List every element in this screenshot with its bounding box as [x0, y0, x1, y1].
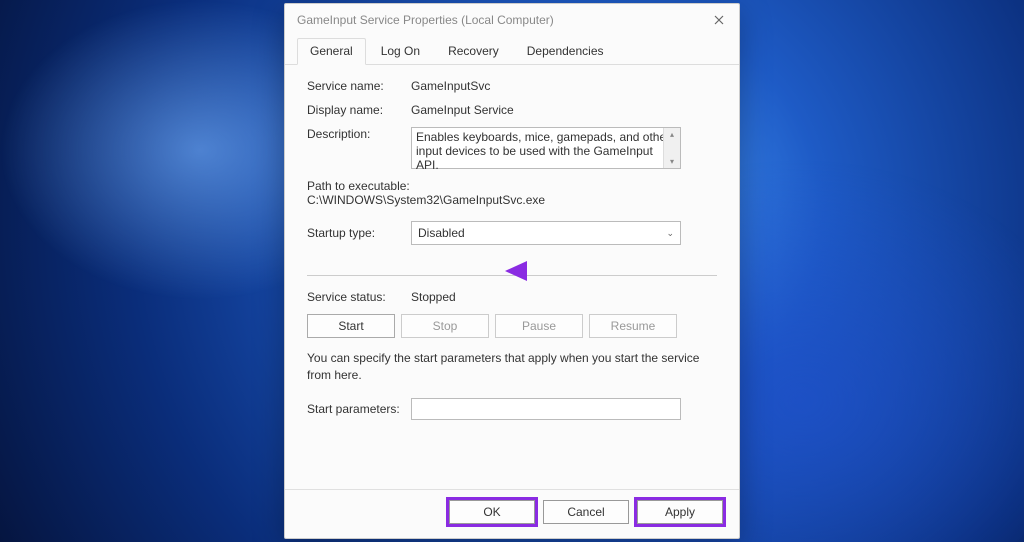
chevron-down-icon: ⌄ — [666, 228, 674, 239]
path-label: Path to executable: — [307, 179, 717, 193]
description-scrollbar[interactable]: ▴ ▾ — [663, 128, 680, 168]
service-name-value: GameInputSvc — [411, 79, 717, 93]
pause-button: Pause — [495, 314, 583, 338]
titlebar: GameInput Service Properties (Local Comp… — [285, 4, 739, 32]
description-text: Enables keyboards, mice, gamepads, and o… — [416, 130, 670, 172]
start-button[interactable]: Start — [307, 314, 395, 338]
display-name-label: Display name: — [307, 103, 411, 117]
scroll-down-icon[interactable]: ▾ — [670, 157, 674, 166]
tab-general[interactable]: General — [297, 38, 366, 65]
apply-button[interactable]: Apply — [637, 500, 723, 524]
startup-type-value: Disabled — [418, 226, 465, 240]
tab-bar: General Log On Recovery Dependencies — [285, 32, 739, 65]
properties-dialog: GameInput Service Properties (Local Comp… — [284, 3, 740, 539]
tab-logon[interactable]: Log On — [368, 38, 433, 64]
scroll-up-icon[interactable]: ▴ — [670, 130, 674, 139]
path-value: C:\WINDOWS\System32\GameInputSvc.exe — [307, 193, 717, 207]
stop-button: Stop — [401, 314, 489, 338]
close-icon — [714, 15, 724, 25]
start-params-hint: You can specify the start parameters tha… — [307, 350, 717, 384]
tab-dependencies[interactable]: Dependencies — [514, 38, 617, 64]
tab-content: Service name: GameInputSvc Display name:… — [285, 65, 739, 489]
resume-button: Resume — [589, 314, 677, 338]
divider — [307, 275, 717, 276]
dialog-footer: OK Cancel Apply — [285, 489, 739, 538]
service-name-label: Service name: — [307, 79, 411, 93]
startup-type-label: Startup type: — [307, 226, 411, 240]
description-label: Description: — [307, 127, 411, 141]
description-textarea[interactable]: Enables keyboards, mice, gamepads, and o… — [411, 127, 681, 169]
start-params-label: Start parameters: — [307, 402, 411, 416]
service-status-value: Stopped — [411, 290, 717, 304]
start-params-input[interactable] — [411, 398, 681, 420]
close-button[interactable] — [711, 12, 727, 28]
startup-type-dropdown[interactable]: Disabled ⌄ — [411, 221, 681, 245]
window-title: GameInput Service Properties (Local Comp… — [297, 13, 554, 27]
display-name-value: GameInput Service — [411, 103, 717, 117]
service-status-label: Service status: — [307, 290, 411, 304]
cancel-button[interactable]: Cancel — [543, 500, 629, 524]
tab-recovery[interactable]: Recovery — [435, 38, 512, 64]
ok-button[interactable]: OK — [449, 500, 535, 524]
